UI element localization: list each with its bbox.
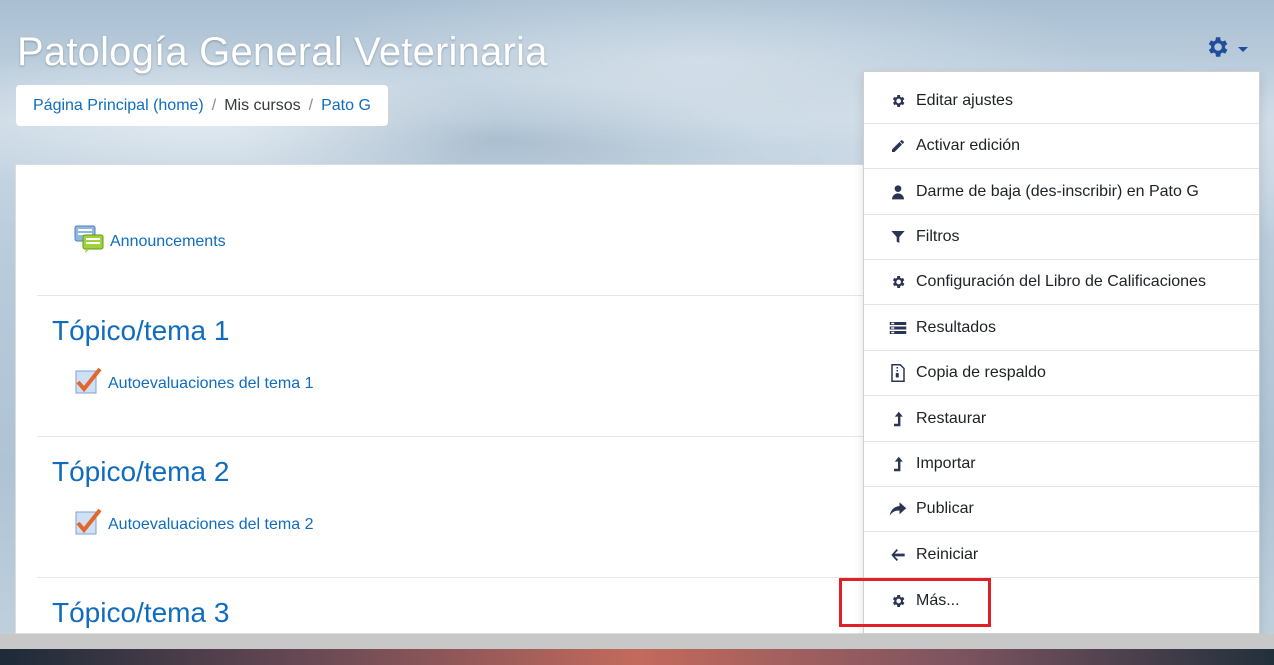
level-up-icon — [888, 455, 908, 473]
footer-background — [0, 649, 1274, 665]
breadcrumb-course[interactable]: Pato G — [321, 97, 371, 115]
breadcrumb: Página Principal (home) / Mis cursos / P… — [16, 85, 388, 126]
course-actions-toggle[interactable] — [1204, 36, 1260, 62]
menu-item-label: Reiniciar — [916, 545, 979, 563]
menu-item-turn-editing-on[interactable]: Activar edición — [864, 123, 1259, 168]
menu-item-label: Configuración del Libro de Calificacione… — [916, 272, 1206, 290]
menu-item-gradebook-setup[interactable]: Configuración del Libro de Calificacione… — [864, 259, 1259, 304]
highlight-annotation — [839, 578, 991, 627]
menu-item-restore[interactable]: Restaurar — [864, 396, 1259, 441]
menu-item-label: Activar edición — [916, 136, 1021, 154]
announcements-activity[interactable]: Announcements — [74, 225, 226, 258]
breadcrumb-home[interactable]: Página Principal (home) — [33, 97, 204, 115]
menu-item-label: Filtros — [916, 227, 960, 245]
pencil-icon — [888, 137, 908, 155]
announcements-link[interactable]: Announcements — [110, 233, 226, 251]
menu-item-publish[interactable]: Publicar — [864, 486, 1259, 531]
filter-icon — [888, 228, 908, 246]
share-icon — [888, 500, 908, 518]
section-divider — [37, 577, 867, 578]
quiz-activity-2[interactable]: Autoevaluaciones del tema 2 — [74, 508, 313, 541]
breadcrumb-separator: / — [308, 96, 314, 114]
section-title-2[interactable]: Tópico/tema 2 — [52, 456, 229, 488]
list-icon — [888, 319, 908, 337]
quiz-icon — [74, 508, 102, 541]
menu-item-label: Restaurar — [916, 409, 987, 427]
menu-item-outcomes[interactable]: Resultados — [864, 305, 1259, 350]
breadcrumb-separator: / — [211, 96, 217, 114]
section-title-1[interactable]: Tópico/tema 1 — [52, 315, 229, 347]
forum-icon — [74, 225, 104, 258]
user-icon — [888, 183, 908, 201]
menu-item-label: Publicar — [916, 499, 974, 517]
course-actions-menu: Editar ajustes Activar edición Darme de … — [863, 71, 1260, 634]
chevron-down-icon — [1238, 46, 1248, 52]
menu-item-filters[interactable]: Filtros — [864, 214, 1259, 259]
menu-item-reset[interactable]: Reiniciar — [864, 532, 1259, 577]
menu-item-label: Importar — [916, 454, 976, 472]
level-up-icon — [888, 410, 908, 428]
quiz-link-1[interactable]: Autoevaluaciones del tema 1 — [108, 375, 313, 393]
quiz-activity-1[interactable]: Autoevaluaciones del tema 1 — [74, 367, 313, 400]
menu-item-label: Resultados — [916, 318, 997, 336]
section-title-3[interactable]: Tópico/tema 3 — [52, 597, 229, 629]
gear-icon — [888, 273, 908, 291]
gear-icon — [1204, 34, 1230, 65]
gear-icon — [888, 92, 908, 110]
menu-item-backup[interactable]: Copia de respaldo — [864, 350, 1259, 395]
menu-item-edit-settings[interactable]: Editar ajustes — [864, 78, 1259, 123]
menu-item-label: Darme de baja (des-inscribir) en Pato G — [916, 182, 1199, 200]
quiz-icon — [74, 367, 102, 400]
section-divider — [37, 436, 867, 437]
menu-item-import[interactable]: Importar — [864, 441, 1259, 486]
arrow-left-icon — [888, 546, 908, 564]
menu-item-label: Editar ajustes — [916, 91, 1013, 109]
file-archive-icon — [888, 363, 908, 382]
section-divider — [37, 295, 867, 296]
page-title: Patología General Veterinaria — [17, 30, 548, 74]
menu-item-unenrol[interactable]: Darme de baja (des-inscribir) en Pato G — [864, 169, 1259, 214]
breadcrumb-my-courses[interactable]: Mis cursos — [224, 97, 300, 115]
menu-item-label: Copia de respaldo — [916, 363, 1046, 381]
horizontal-scrollbar[interactable] — [0, 634, 1274, 650]
quiz-link-2[interactable]: Autoevaluaciones del tema 2 — [108, 516, 313, 534]
